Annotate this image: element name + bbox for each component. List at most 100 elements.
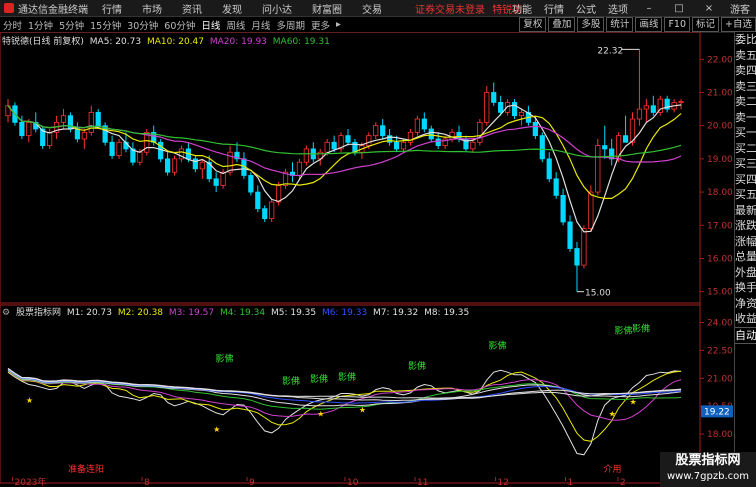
candle-body xyxy=(553,178,559,196)
add-watchlist-button[interactable]: +自选 xyxy=(721,17,756,32)
auto-toggle[interactable]: 自动 xyxy=(735,326,756,344)
multi-stock-button[interactable]: 多股 xyxy=(577,17,605,32)
minimize-icon[interactable]: – xyxy=(634,3,664,14)
maximize-icon[interactable]: □ xyxy=(664,3,694,14)
period-tab[interactable]: 60分钟 xyxy=(161,18,198,32)
candle-body xyxy=(574,248,580,266)
candle-body xyxy=(331,141,337,150)
f10-button[interactable]: F10 xyxy=(664,17,691,32)
main-menu: 行情 市场 资讯 发现 问小达 财富圈 交易 xyxy=(92,1,392,16)
price-tick-label: 20.00 xyxy=(707,122,733,132)
star-signal-icon: ★ xyxy=(629,398,636,407)
menu-item-trade[interactable]: 交易 xyxy=(352,1,392,16)
sub-tick-label: 22.50 xyxy=(707,346,733,356)
legend-m1: M1: 20.73 xyxy=(66,308,112,318)
kline-chart[interactable]: 22.00 21.00 20.00 19.00 18.00 17.00 16.00 15.00… xyxy=(0,32,734,487)
menu-item-ask[interactable]: 问小达 xyxy=(252,1,302,16)
date-tick-label: 11 xyxy=(417,478,428,487)
price-tick-label: 17.00 xyxy=(707,221,733,231)
side-label: 买三 xyxy=(735,157,756,170)
candle-body xyxy=(400,141,407,150)
menu-item-market[interactable]: 市场 xyxy=(132,1,172,16)
menu-item-function[interactable]: 功能 xyxy=(506,1,538,16)
top-menu-bar: 通达信金融终端 行情 市场 资讯 发现 问小达 财富圈 交易 证券交易未登录 特… xyxy=(0,0,756,17)
period-tab[interactable]: 分时 xyxy=(0,18,25,32)
period-tab[interactable]: 多周期 xyxy=(273,18,308,32)
overlay-button[interactable]: 叠加 xyxy=(548,17,576,32)
app-logo: 通达信金融终端 xyxy=(0,1,92,16)
candle-body xyxy=(428,128,434,140)
watermark-url: www.7gpzb.com xyxy=(667,471,749,482)
candle-body xyxy=(220,171,226,186)
period-tab[interactable]: 月线 xyxy=(248,18,273,32)
gear-icon[interactable]: ⚙ xyxy=(2,308,10,318)
legend-m8: M8: 19.35 xyxy=(424,308,470,318)
menu-item-discover[interactable]: 发现 xyxy=(212,1,252,16)
period-tab[interactable]: 30分钟 xyxy=(124,18,161,32)
low-price-label: 15.00 xyxy=(585,289,611,299)
candle-body xyxy=(95,112,101,127)
app-logo-icon xyxy=(4,3,14,13)
price-tick-label: 18.00 xyxy=(707,188,733,198)
legend-m6: M6: 19.33 xyxy=(322,308,368,318)
legend-m7: M7: 19.32 xyxy=(373,308,419,318)
period-tab[interactable]: 1分钟 xyxy=(25,18,56,32)
mark-button[interactable]: 标记 xyxy=(692,17,720,32)
period-tab[interactable]: 5分钟 xyxy=(56,18,87,32)
candle-body xyxy=(532,121,538,137)
candle-body xyxy=(192,158,198,170)
bottom-signal-label: 准备连阳 xyxy=(68,463,104,475)
app-title: 通达信金融终端 xyxy=(18,4,88,16)
candle-body xyxy=(643,105,649,110)
price-tick-label: 19.00 xyxy=(707,155,733,165)
menu-item-quotes[interactable]: 行情 xyxy=(92,1,132,16)
more-arrow-icon[interactable]: ▸ xyxy=(333,19,344,30)
menu-item-wealth[interactable]: 财富圈 xyxy=(302,1,352,16)
user-label[interactable]: 游客 xyxy=(724,1,756,16)
period-tab[interactable]: 周线 xyxy=(223,18,248,32)
date-tick-label: 1 xyxy=(568,478,574,487)
date-tick-label: 8 xyxy=(144,478,150,487)
period-tab[interactable]: 更多 xyxy=(308,18,333,32)
candle-body xyxy=(366,135,372,146)
candle-body xyxy=(380,125,386,137)
legend-ma60: MA60: 19.31 xyxy=(272,37,330,47)
signal-label: 影佛 xyxy=(216,353,234,365)
watermark: 股票指标网 www.7gpzb.com xyxy=(660,452,756,487)
candle-body xyxy=(477,121,483,143)
signal-label: 影佛 xyxy=(282,375,300,387)
draw-button[interactable]: 画线 xyxy=(635,17,663,32)
signal-label: 影佛 xyxy=(632,323,650,335)
candle-body xyxy=(199,161,205,170)
menu-item-formula[interactable]: 公式 xyxy=(570,1,602,16)
candle-body xyxy=(636,108,643,120)
menu-item-options[interactable]: 选项 xyxy=(602,1,634,16)
stats-button[interactable]: 统计 xyxy=(606,17,634,32)
candle-body xyxy=(421,118,427,130)
candle-body xyxy=(539,135,545,160)
close-icon[interactable]: × xyxy=(694,3,724,14)
period-tab-active[interactable]: 日线 xyxy=(198,18,223,32)
side-label: 净资 xyxy=(735,296,756,310)
candle-body xyxy=(414,118,420,133)
side-label: 买一 xyxy=(735,126,756,139)
price-tick-label: 15.00 xyxy=(707,288,733,298)
adjust-button[interactable]: 复权 xyxy=(519,17,547,32)
bottom-signal-label: 介用 xyxy=(604,464,622,475)
candle-body xyxy=(262,208,268,220)
side-label: 涨幅 xyxy=(735,234,756,248)
ma20-line xyxy=(7,105,682,177)
current-price-label: 19.22 xyxy=(704,407,730,417)
legend-ma20: MA20: 19.93 xyxy=(209,37,267,47)
candle-body xyxy=(678,101,684,103)
candle-body xyxy=(255,191,261,210)
menu-item-news[interactable]: 资讯 xyxy=(172,1,212,16)
menu-item-quote[interactable]: 行情 xyxy=(538,1,570,16)
ma5-line xyxy=(7,104,682,233)
main-legend-title: 特锐德(日线 前复权) xyxy=(2,37,84,47)
candle-body xyxy=(470,141,476,150)
legend-m3: M3: 19.57 xyxy=(168,308,215,318)
candle-body xyxy=(393,141,400,150)
legend-m2: M2: 20.38 xyxy=(117,308,164,318)
period-tab[interactable]: 15分钟 xyxy=(87,18,124,32)
